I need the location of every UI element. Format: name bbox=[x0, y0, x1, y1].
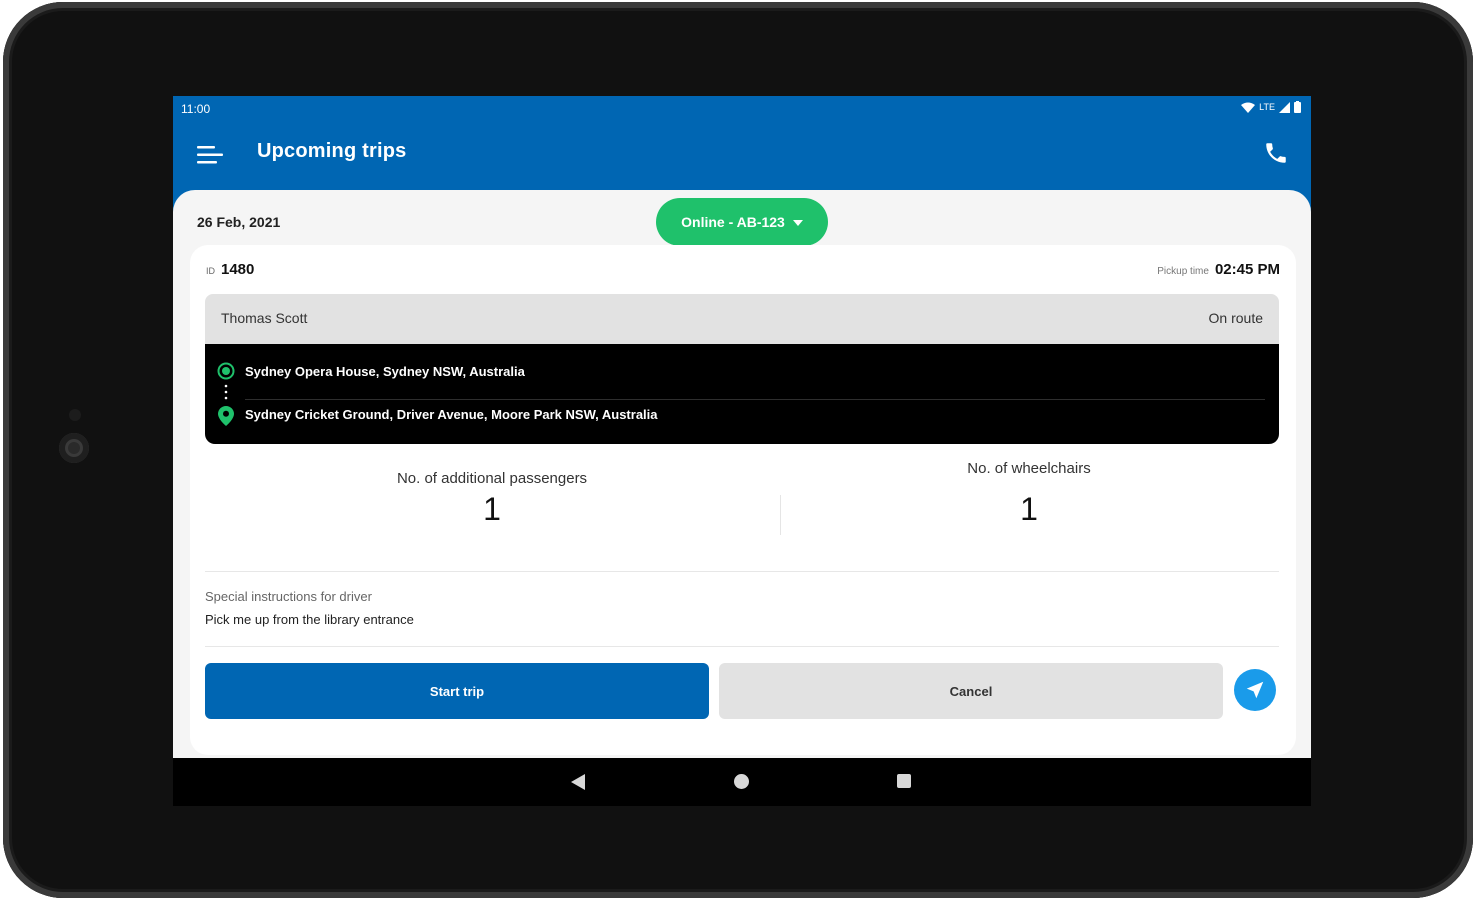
home-icon[interactable] bbox=[734, 774, 749, 789]
vehicle-status-dropdown[interactable]: Online - AB-123 bbox=[656, 198, 828, 246]
wifi-icon bbox=[1241, 102, 1256, 113]
additional-passengers-value: 1 bbox=[483, 491, 501, 527]
additional-passengers-label: No. of additional passengers bbox=[396, 470, 588, 487]
start-trip-button[interactable]: Start trip bbox=[205, 663, 709, 719]
divider bbox=[205, 571, 1279, 572]
navigation-arrow-icon bbox=[1246, 681, 1264, 699]
route-box: Sydney Opera House, Sydney NSW, Australi… bbox=[205, 344, 1279, 444]
system-nav-bar bbox=[173, 758, 1311, 806]
trip-id: ID 1480 bbox=[206, 261, 254, 278]
trip-date: 26 Feb, 2021 bbox=[197, 214, 281, 230]
pickup-location-icon bbox=[217, 362, 235, 380]
back-icon[interactable] bbox=[571, 774, 585, 790]
trip-id-value: 1480 bbox=[221, 261, 255, 278]
instructions-label: Special instructions for driver bbox=[205, 589, 372, 604]
passenger-name: Thomas Scott bbox=[221, 310, 308, 326]
signal-icon bbox=[1279, 101, 1290, 113]
trip-status: On route bbox=[1208, 310, 1263, 326]
app-screen: 11:00 LTE Upcoming trips 26 Feb, 2021 On… bbox=[173, 96, 1311, 806]
tablet-frame: 11:00 LTE Upcoming trips 26 Feb, 2021 On… bbox=[3, 2, 1473, 898]
status-bar: 11:00 LTE bbox=[173, 96, 1311, 122]
recent-apps-icon[interactable] bbox=[897, 774, 911, 788]
passenger-bar: Thomas Scott On route bbox=[205, 294, 1279, 344]
additional-passengers: No. of additional passengers 1 bbox=[205, 470, 779, 528]
phone-icon[interactable] bbox=[1263, 140, 1289, 166]
page-title: Upcoming trips bbox=[257, 140, 407, 162]
trip-list-area: 26 Feb, 2021 Online - AB-123 ID 1480 Pic… bbox=[173, 190, 1311, 758]
status-time: 11:00 bbox=[181, 102, 211, 116]
instructions-text: Pick me up from the library entrance bbox=[205, 612, 414, 627]
divider bbox=[205, 646, 1279, 647]
wheelchairs-value: 1 bbox=[1020, 491, 1038, 527]
dropoff-address: Sydney Cricket Ground, Driver Avenue, Mo… bbox=[245, 407, 658, 422]
pickup-time: Pickup time 02:45 PM bbox=[1157, 261, 1280, 278]
pickup-time-value: 02:45 PM bbox=[1214, 261, 1280, 278]
pickup-time-label: Pickup time bbox=[1157, 266, 1209, 277]
battery-icon bbox=[1294, 101, 1301, 113]
route-dots bbox=[224, 384, 228, 400]
status-icons: LTE bbox=[1241, 101, 1301, 113]
trip-card: ID 1480 Pickup time 02:45 PM Thomas Scot… bbox=[190, 245, 1296, 755]
wheelchairs-label: No. of wheelchairs bbox=[967, 460, 1091, 477]
cancel-button[interactable]: Cancel bbox=[719, 663, 1223, 719]
network-type: LTE bbox=[1259, 102, 1275, 112]
map-pin-icon bbox=[218, 406, 234, 426]
front-camera bbox=[59, 433, 89, 463]
route-divider bbox=[245, 399, 1265, 400]
navigate-button[interactable] bbox=[1234, 669, 1276, 711]
vehicle-status-label: Online - AB-123 bbox=[681, 214, 785, 230]
pickup-address: Sydney Opera House, Sydney NSW, Australi… bbox=[245, 364, 525, 379]
app-bar: Upcoming trips bbox=[173, 122, 1311, 188]
chevron-down-icon bbox=[792, 220, 803, 226]
menu-icon[interactable] bbox=[197, 144, 225, 166]
trip-id-label: ID bbox=[206, 266, 215, 276]
sensor-dot bbox=[69, 409, 81, 421]
wheelchairs: No. of wheelchairs 1 bbox=[779, 460, 1279, 528]
